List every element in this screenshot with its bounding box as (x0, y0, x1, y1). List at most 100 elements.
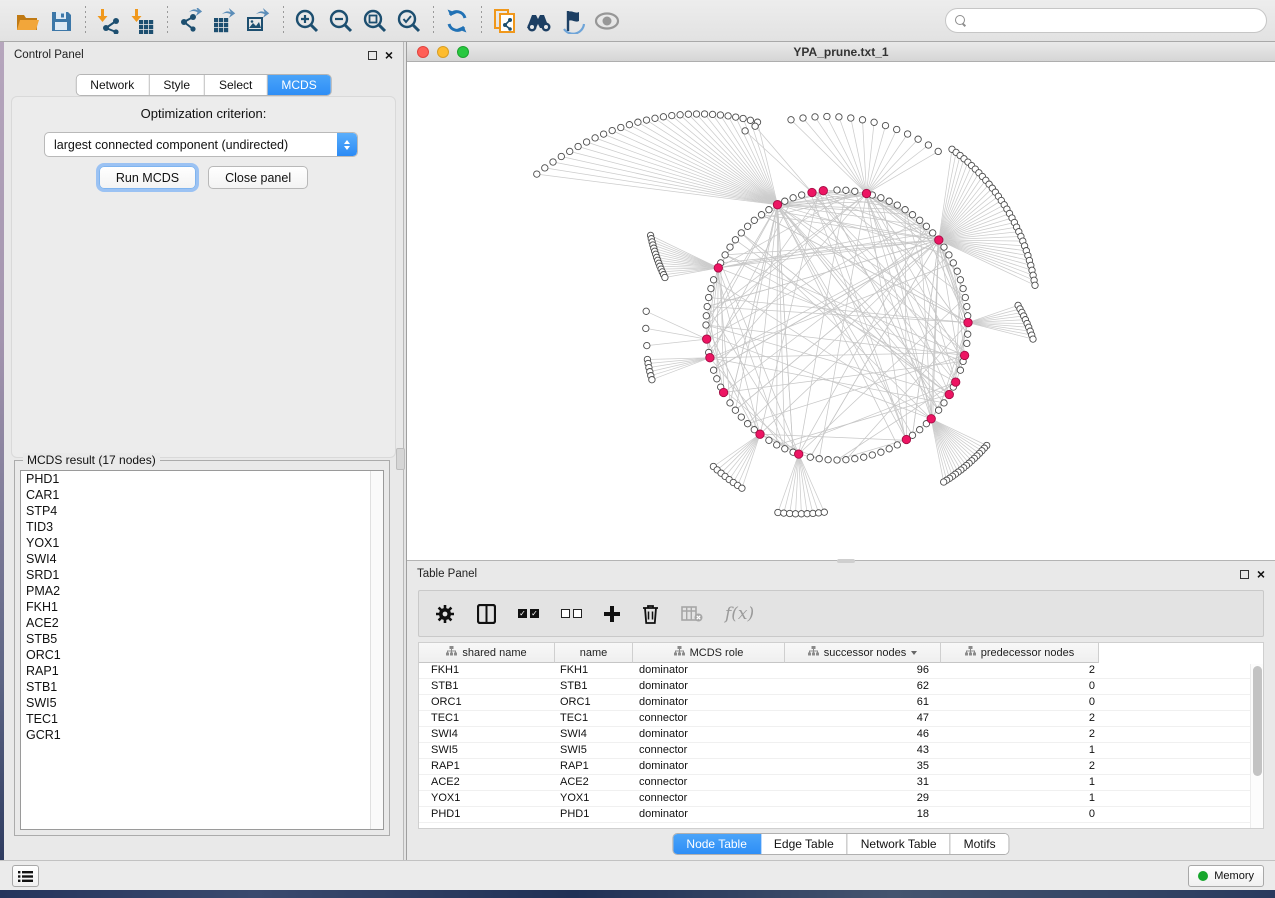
ring-node[interactable] (843, 457, 849, 463)
ring-node[interactable] (878, 449, 884, 455)
leaf-node[interactable] (660, 114, 666, 120)
ring-node[interactable] (964, 340, 970, 346)
tab-style[interactable]: Style (149, 75, 205, 95)
open-folder-icon[interactable] (10, 4, 44, 38)
table-row[interactable]: RAP1RAP1dominator352 (419, 759, 1263, 775)
mcds-hub-node[interactable] (952, 378, 960, 386)
ring-node[interactable] (714, 376, 720, 382)
table-row[interactable]: SWI4SWI4dominator462 (419, 727, 1263, 743)
leaf-node[interactable] (677, 112, 683, 118)
clone-network-icon[interactable] (488, 4, 522, 38)
zoom-out-icon[interactable] (324, 4, 358, 38)
mcds-result-item[interactable]: GCR1 (21, 727, 383, 743)
ring-node[interactable] (886, 198, 892, 204)
ring-node[interactable] (834, 457, 840, 463)
table-settings-gear-icon[interactable] (435, 604, 455, 624)
import-network-icon[interactable] (92, 4, 126, 38)
tab-network[interactable]: Network (76, 75, 149, 95)
table-row[interactable]: SWI5SWI5connector431 (419, 743, 1263, 759)
leaf-node[interactable] (824, 113, 830, 119)
mcds-result-item[interactable]: SWI5 (21, 695, 383, 711)
leaf-node[interactable] (542, 165, 548, 171)
horizontal-splitter-grip[interactable] (837, 559, 855, 563)
ring-node[interactable] (852, 188, 858, 194)
leaf-node[interactable] (635, 119, 641, 125)
mcds-result-item[interactable]: PHD1 (21, 471, 383, 487)
ring-node[interactable] (878, 195, 884, 201)
leaf-node[interactable] (925, 142, 931, 148)
ring-node[interactable] (834, 187, 840, 193)
leaf-node[interactable] (836, 114, 842, 120)
leaf-node[interactable] (788, 117, 794, 123)
zoom-fit-icon[interactable] (358, 4, 392, 38)
ring-node[interactable] (930, 230, 936, 236)
tab-network-table[interactable]: Network Table (848, 834, 951, 854)
ring-node[interactable] (766, 207, 772, 213)
table-row[interactable]: STB1STB1dominator620 (419, 679, 1263, 695)
tab-select[interactable]: Select (205, 75, 267, 95)
ring-node[interactable] (807, 454, 813, 460)
float-panel-icon[interactable] (368, 51, 377, 60)
leaf-node[interactable] (669, 112, 675, 118)
mcds-list-scrollbar[interactable] (370, 471, 383, 829)
ring-node[interactable] (935, 407, 941, 413)
ring-node[interactable] (732, 407, 738, 413)
ring-node[interactable] (861, 454, 867, 460)
ring-node[interactable] (708, 285, 714, 291)
leaf-node[interactable] (626, 122, 632, 128)
column-header-shared-name[interactable]: shared name (419, 643, 555, 663)
ring-node[interactable] (852, 456, 858, 462)
leaf-node[interactable] (649, 377, 655, 383)
mcds-hub-node[interactable] (960, 351, 968, 359)
zoom-selected-icon[interactable] (392, 4, 426, 38)
ring-node[interactable] (703, 313, 709, 319)
leaf-node[interactable] (717, 112, 723, 118)
task-history-button[interactable] (12, 865, 39, 887)
leaf-node[interactable] (701, 111, 707, 117)
table-row[interactable]: PHD1PHD1dominator180 (419, 807, 1263, 823)
panel-splitter-grip[interactable] (396, 448, 405, 470)
leaf-node[interactable] (792, 511, 798, 517)
mcds-hub-node[interactable] (706, 354, 714, 362)
mcds-hub-node[interactable] (808, 188, 816, 196)
mcds-hub-node[interactable] (703, 335, 711, 343)
mcds-result-list[interactable]: PHD1CAR1STP4TID3YOX1SWI4SRD1PMA2FKH1ACE2… (20, 470, 384, 830)
column-header-MCDS-role[interactable]: MCDS role (633, 643, 785, 663)
ring-node[interactable] (894, 202, 900, 208)
leaf-node[interactable] (652, 115, 658, 121)
mcds-hub-node[interactable] (945, 390, 953, 398)
ring-node[interactable] (799, 192, 805, 198)
leaf-node[interactable] (859, 117, 865, 123)
mcds-hub-node[interactable] (935, 236, 943, 244)
leaf-node[interactable] (709, 111, 715, 117)
mcds-hub-node[interactable] (795, 450, 803, 458)
mcds-hub-node[interactable] (773, 201, 781, 209)
export-table-icon[interactable] (208, 4, 242, 38)
leaf-node[interactable] (747, 117, 753, 123)
show-hidden-icon[interactable] (590, 4, 624, 38)
ring-node[interactable] (886, 446, 892, 452)
ring-node[interactable] (738, 230, 744, 236)
mcds-result-item[interactable]: STB5 (21, 631, 383, 647)
leaf-node[interactable] (609, 127, 615, 133)
leaf-node[interactable] (643, 117, 649, 123)
leaf-node[interactable] (644, 342, 650, 348)
leaf-node[interactable] (871, 119, 877, 125)
mcds-result-item[interactable]: CAR1 (21, 487, 383, 503)
mcds-hub-node[interactable] (719, 388, 727, 396)
mcds-hub-node[interactable] (862, 189, 870, 197)
ring-node[interactable] (894, 442, 900, 448)
close-table-panel-icon[interactable]: × (1257, 570, 1265, 579)
table-scrollbar-thumb[interactable] (1253, 666, 1262, 776)
refresh-icon[interactable] (440, 4, 474, 38)
leaf-node[interactable] (812, 114, 818, 120)
ring-node[interactable] (703, 322, 709, 328)
ring-node[interactable] (954, 268, 960, 274)
ring-node[interactable] (917, 217, 923, 223)
sort-chevron-icon[interactable] (911, 651, 917, 655)
ring-node[interactable] (744, 223, 750, 229)
column-header-predecessor-nodes[interactable]: predecessor nodes (941, 643, 1099, 663)
ring-node[interactable] (917, 427, 923, 433)
ring-node[interactable] (782, 446, 788, 452)
leaf-node[interactable] (1032, 282, 1038, 288)
